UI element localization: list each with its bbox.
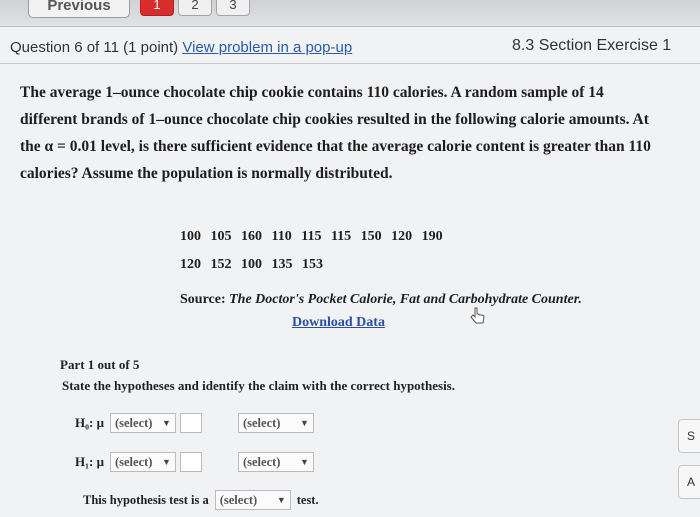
- select-value: (select): [114, 415, 153, 430]
- popup-link[interactable]: View problem in a pop-up: [182, 39, 352, 56]
- problem-statement: The average 1–ounce chocolate chip cooki…: [20, 79, 685, 187]
- select-value: (select): [219, 492, 258, 507]
- problem-line: the α = 0.01 level, is there sufficient …: [20, 138, 651, 155]
- data-values-row-1: 100 105 160 110 115 115 150 120 190: [180, 229, 443, 244]
- side-button-a[interactable]: A: [678, 465, 700, 499]
- test-suffix-label: test.: [296, 492, 319, 507]
- data-source: Source: The Doctor's Pocket Calorie, Fat…: [180, 292, 582, 308]
- question-panel: Question 6 of 11 (1 point) View problem …: [0, 27, 700, 517]
- null-hypothesis-row: H₀: μ (select) ▼ (select) ▼: [75, 413, 314, 433]
- problem-line: The average 1–ounce chocolate chip cooki…: [20, 84, 604, 101]
- h0-operator-select[interactable]: (select) ▼: [109, 413, 176, 433]
- hand-cursor-icon: [470, 307, 485, 324]
- data-values-row-2: 120 152 100 135 153: [180, 257, 323, 272]
- h1-label: H₁: μ: [75, 454, 104, 469]
- side-button-s[interactable]: S: [678, 419, 700, 453]
- question-nav-2[interactable]: 2: [178, 0, 212, 16]
- select-value: (select): [114, 454, 153, 469]
- previous-button[interactable]: Previous: [28, 0, 130, 18]
- test-type-row: This hypothesis test is a (select) ▼ tes…: [83, 490, 319, 510]
- problem-line: different brands of 1–ounce chocolate ch…: [20, 111, 649, 128]
- chevron-down-icon: ▼: [162, 418, 171, 428]
- select-value: (select): [242, 454, 281, 469]
- question-number: Question 6 of 11 (1 point): [10, 39, 179, 56]
- chevron-down-icon: ▼: [300, 418, 309, 428]
- h0-claim-select[interactable]: (select) ▼: [237, 413, 314, 433]
- problem-line: calories? Assume the population is norma…: [20, 165, 393, 182]
- section-title: 8.3 Section Exercise 1: [512, 37, 672, 54]
- chevron-down-icon: ▼: [300, 457, 309, 467]
- test-prefix-label: This hypothesis test is a: [83, 492, 209, 507]
- h0-label: H₀: μ: [75, 415, 104, 430]
- select-value: (select): [242, 415, 281, 430]
- h1-value-input[interactable]: [179, 452, 202, 472]
- chevron-down-icon: ▼: [276, 495, 286, 505]
- download-data-link[interactable]: Download Data: [292, 315, 385, 331]
- alternative-hypothesis-row: H₁: μ (select) ▼ (select) ▼: [75, 452, 314, 472]
- top-navigation-bar: Previous 1 2 3: [0, 0, 700, 27]
- chevron-down-icon: ▼: [162, 457, 171, 467]
- question-nav-1[interactable]: 1: [140, 0, 174, 16]
- header-divider: [0, 63, 700, 64]
- source-label: Source:: [180, 292, 226, 307]
- question-nav-3[interactable]: 3: [216, 0, 250, 16]
- h1-operator-select[interactable]: (select) ▼: [109, 452, 176, 472]
- h0-value-input[interactable]: [179, 413, 202, 433]
- source-title: The Doctor's Pocket Calorie, Fat and Car…: [229, 292, 582, 307]
- h1-claim-select[interactable]: (select) ▼: [237, 452, 314, 472]
- part-progress: Part 1 out of 5: [60, 357, 140, 372]
- part-instruction: State the hypotheses and identify the cl…: [62, 378, 455, 393]
- test-type-select[interactable]: (select) ▼: [214, 490, 291, 510]
